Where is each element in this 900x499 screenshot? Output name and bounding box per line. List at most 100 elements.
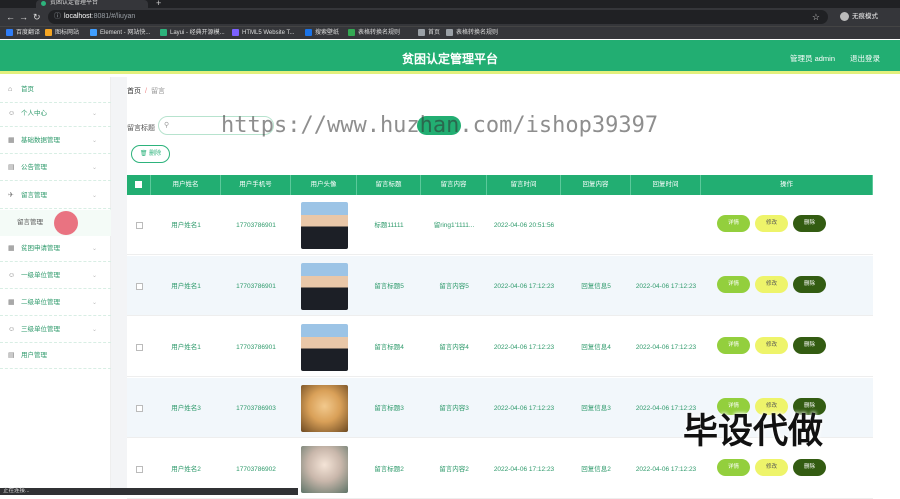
cell-time: 2022-04-06 17:12:23 <box>487 439 561 499</box>
cell-title: 留言标题2 <box>357 439 421 499</box>
search-input[interactable]: ⚲ <box>158 116 274 135</box>
bookmark-item[interactable]: Element - 网站快... <box>90 29 150 38</box>
sidebar-item[interactable]: ☺ 个人中心 ⌄ <box>0 101 111 127</box>
breadcrumb-home[interactable]: 首页 <box>127 88 141 95</box>
bookmark-item[interactable]: Layui - 经典开源模... <box>160 29 225 38</box>
detail-button[interactable]: 详情 <box>717 459 750 476</box>
delete-button[interactable]: 删除 <box>793 337 826 354</box>
bookmark-star-icon[interactable]: ☆ <box>812 10 820 24</box>
grid-icon: ▦ <box>8 137 15 144</box>
browser-tab-strip: 贫困认定管理平台 + <box>0 0 900 8</box>
detail-button[interactable]: 详情 <box>717 215 750 232</box>
profile-button[interactable]: 无痕模式 <box>840 11 896 23</box>
bookmark-item[interactable]: 搜索壁纸 <box>305 29 339 38</box>
sidebar-item[interactable]: ▤ 公告管理 ⌄ <box>0 155 111 181</box>
delete-button-label: 删除 <box>803 342 815 348</box>
select-all-checkbox[interactable] <box>127 175 151 195</box>
new-tab-icon[interactable]: + <box>156 0 161 8</box>
forward-icon[interactable]: → <box>19 12 28 22</box>
bookmark-item[interactable]: 表格转换名规则 <box>348 29 400 38</box>
cell-reply: 回复信息4 <box>561 317 631 377</box>
edit-button[interactable]: 修改 <box>755 276 788 293</box>
edit-button-label: 修改 <box>765 220 777 226</box>
profile-avatar-icon <box>840 11 849 21</box>
sidebar: 留言管理 ⌂ 首页 ☺ 个人中心 ⌄ ▦ 基础数据管理 ⌄ ▤ 公告管理 ⌄ ✈ 留言管理 ⌄ ▦ 贫困申请管… <box>0 77 111 495</box>
chevron-down-icon: ⌄ <box>91 246 97 252</box>
notice-icon: ▤ <box>8 352 15 359</box>
sidebar-item-label: 贫困申请管理 <box>21 245 60 252</box>
column-header: 留言标题 <box>357 175 421 195</box>
sidebar-item[interactable]: ✈ 留言管理 ⌄ <box>0 183 111 209</box>
cell-content: 留ring1'1111... <box>421 195 487 255</box>
cell-title: 留言标题5 <box>357 256 421 316</box>
cell-text: 2022-04-06 17:12:23 <box>635 282 697 290</box>
column-header: 留言内容 <box>421 175 487 195</box>
logout-link[interactable]: 退出登录 <box>850 53 880 64</box>
bookmark-label: HTML5 Website T... <box>242 30 295 37</box>
sidebar-item-label: 基础数据管理 <box>21 137 60 144</box>
sidebar-item[interactable]: ⌂ 首页 <box>0 77 111 103</box>
bookmark-item[interactable]: 首页 <box>418 29 440 38</box>
row-checkbox[interactable] <box>127 195 151 255</box>
sidebar-item[interactable]: ▤ 用户管理 <box>0 343 111 369</box>
sidebar-item[interactable]: ▦ 基础数据管理 ⌄ <box>0 128 111 154</box>
bookmark-favicon-icon <box>305 29 312 36</box>
row-checkbox[interactable] <box>127 317 151 377</box>
delete-button-label: 删除 <box>803 464 815 470</box>
bookmark-favicon-icon <box>90 29 97 36</box>
sidebar-item[interactable]: ▦ 贫困申请管理 ⌄ <box>0 236 111 262</box>
chevron-down-icon: ⌄ <box>91 193 97 199</box>
bookmark-item[interactable]: 图标网站 <box>45 29 79 38</box>
reload-icon[interactable]: ↻ <box>33 12 41 22</box>
breadcrumb-current: 留言 <box>150 88 165 95</box>
send-icon: ✈ <box>8 192 14 199</box>
column-header: 用户手机号 <box>221 175 291 195</box>
batch-delete-button[interactable]: 🗑 删除 <box>131 145 170 163</box>
url-field[interactable]: ⓘ localhost:8081/#/liuyan ☆ <box>48 10 828 24</box>
detail-button[interactable]: 详情 <box>717 337 750 354</box>
edit-button-label: 修改 <box>765 464 777 470</box>
edit-button[interactable]: 修改 <box>755 215 788 232</box>
row-checkbox[interactable] <box>127 256 151 316</box>
actions-cell: 详情 修改 删除 <box>701 317 873 377</box>
chevron-down-icon: ⌄ <box>91 165 97 171</box>
address-bar: ← → ↻ ⓘ localhost:8081/#/liuyan ☆ 无痕模式 <box>0 8 900 26</box>
content-gutter <box>111 77 127 495</box>
back-icon[interactable]: ← <box>6 12 15 22</box>
browser-tab[interactable]: 贫困认定管理平台 <box>36 0 148 8</box>
cell-text: 2022-04-06 17:12:23 <box>635 343 697 351</box>
sidebar-item[interactable]: ▦ 二级单位管理 ⌄ <box>0 290 111 316</box>
row-checkbox[interactable] <box>127 378 151 438</box>
cell-reply: 回复信息3 <box>561 378 631 438</box>
url-path: :8081/#/liuyan <box>91 13 136 20</box>
cell-phone: 17703786901 <box>221 256 291 316</box>
search-button[interactable] <box>417 116 461 135</box>
cell-reply-time <box>631 195 701 255</box>
bookmark-item[interactable]: 表格转换名规则 <box>446 29 498 38</box>
delete-button[interactable]: 删除 <box>793 215 826 232</box>
delete-button[interactable]: 删除 <box>793 276 826 293</box>
grid-icon: ▦ <box>8 299 15 306</box>
cell-time: 2022-04-06 17:12:23 <box>487 317 561 377</box>
detail-button-label: 详情 <box>727 220 739 226</box>
home-icon: ⌂ <box>8 86 13 93</box>
detail-button[interactable]: 详情 <box>717 276 750 293</box>
edit-button[interactable]: 修改 <box>755 459 788 476</box>
bookmark-item[interactable]: 百度翻译 <box>6 29 40 38</box>
sidebar-item-label: 首页 <box>21 86 34 93</box>
sidebar-item[interactable]: ☺ 一级单位管理 ⌄ <box>0 263 111 289</box>
avatar-image <box>300 384 348 432</box>
breadcrumb: 首页 / 留言 <box>127 86 165 96</box>
delete-button[interactable]: 删除 <box>793 459 826 476</box>
detail-button-label: 详情 <box>727 281 739 287</box>
cell-reply <box>561 195 631 255</box>
tab-favicon-icon <box>41 1 46 6</box>
chevron-down-icon: ⌄ <box>91 111 97 117</box>
search-label: 留言标题 <box>127 125 155 132</box>
bookmark-item[interactable]: HTML5 Website T... <box>232 29 294 38</box>
cell-phone: 17703786901 <box>221 195 291 255</box>
bookmark-favicon-icon <box>348 29 355 36</box>
cell-text: 2022-04-06 17:12:23 <box>493 465 555 473</box>
edit-button[interactable]: 修改 <box>755 337 788 354</box>
sidebar-item[interactable]: ☺ 三级单位管理 ⌄ <box>0 317 111 343</box>
